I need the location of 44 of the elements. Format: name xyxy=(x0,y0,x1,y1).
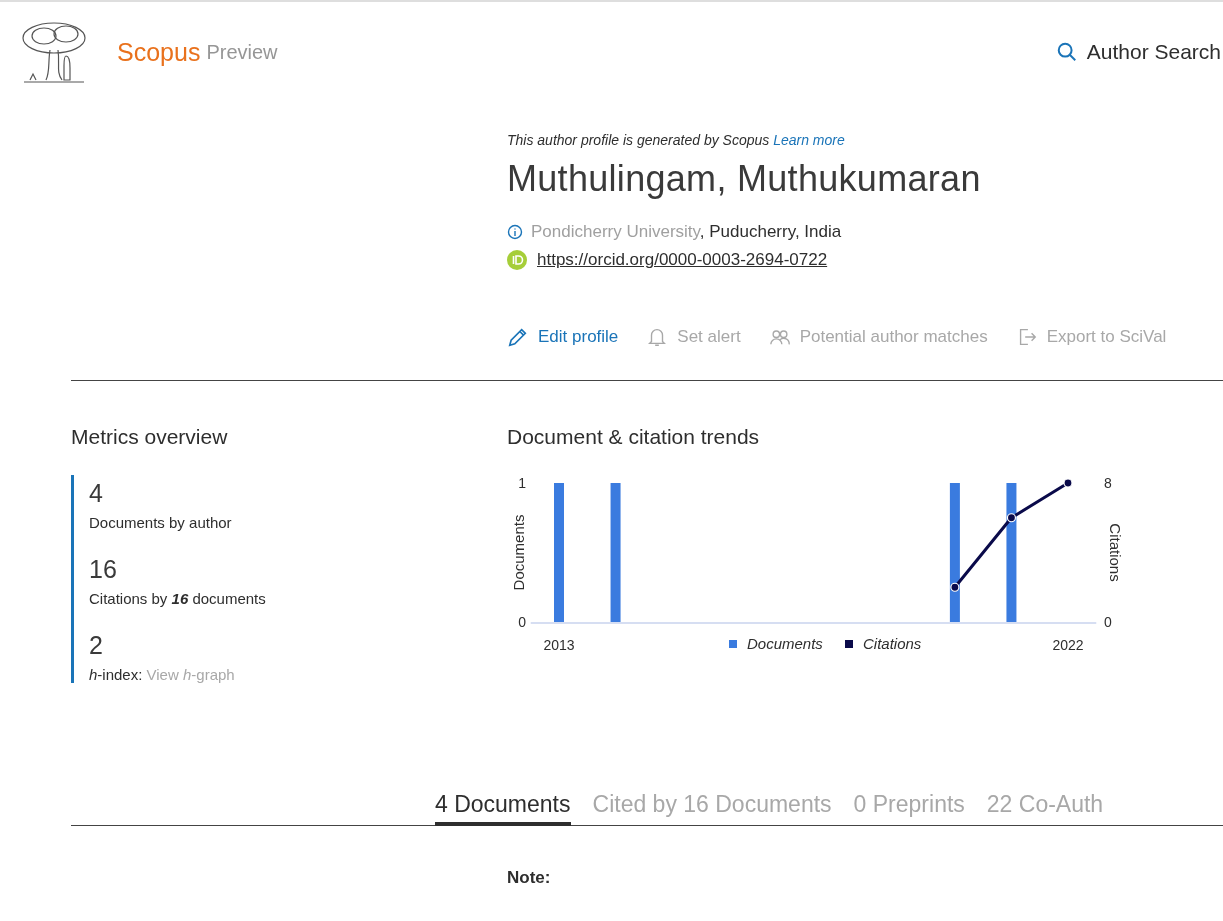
tab[interactable]: 0 Preprints xyxy=(853,791,965,826)
orcid-icon xyxy=(507,250,527,270)
pencil-icon xyxy=(507,326,529,348)
h-graph-link[interactable]: View h-graph xyxy=(146,666,235,683)
legend-swatch xyxy=(729,640,737,648)
citation-point xyxy=(1006,513,1017,523)
metric-value: 16 xyxy=(89,554,118,584)
author-name: Muthulingam, Muthukumaran xyxy=(507,158,982,200)
axis-tick: 2013 xyxy=(543,637,575,653)
brand-suffix: Preview xyxy=(206,40,278,64)
affiliation-text: Pondicherry University, Puducherry, India xyxy=(531,222,842,242)
legend-label: Documents xyxy=(747,635,823,652)
brand-name[interactable]: Scopus xyxy=(117,37,201,67)
note-title: Note: xyxy=(507,868,552,888)
orcid-link[interactable]: https://orcid.org/0000-0003-2694-0722 xyxy=(537,250,828,270)
citation-point xyxy=(1063,478,1073,488)
axis-tick: 8 xyxy=(1104,475,1112,491)
metric-value: 2 xyxy=(89,630,104,660)
metric-label: Documents by author xyxy=(89,514,233,531)
section-title: Metrics overview xyxy=(71,425,229,449)
axis-title: Citations xyxy=(1107,523,1125,582)
metric-label: Citations by 16 documents xyxy=(89,590,267,607)
profile-notice: This author profile is generated by Scopus Learn more xyxy=(507,132,846,148)
author-search-link[interactable]: Author Search xyxy=(1055,40,1223,64)
axis-tick: 1 xyxy=(518,475,526,491)
citation-point xyxy=(950,582,960,592)
search-icon xyxy=(1055,41,1078,63)
tab[interactable]: Cited by 16 Documents xyxy=(592,791,832,826)
axis-title: Documents xyxy=(509,514,527,591)
metric-value: 4 xyxy=(89,478,104,508)
tab[interactable]: 22 Co-Auth xyxy=(986,791,1104,826)
axis-tick: 0 xyxy=(518,614,526,630)
institution-link[interactable]: Pondicherry University xyxy=(531,222,700,241)
logo-icon xyxy=(20,20,88,84)
tab[interactable]: 4 Documents xyxy=(435,791,571,826)
section-title: Document & citation trends xyxy=(507,425,761,449)
axis-tick: 2022 xyxy=(1052,637,1084,653)
legend-label: Citations xyxy=(863,635,922,652)
edit-action[interactable]: Edit profile xyxy=(507,326,619,348)
learn-more-link[interactable]: Learn more xyxy=(773,132,845,148)
info-icon xyxy=(507,224,523,240)
metric-label: h-index: View h-graph xyxy=(89,666,236,683)
legend-swatch xyxy=(845,640,853,648)
axis-tick: 0 xyxy=(1104,614,1112,630)
